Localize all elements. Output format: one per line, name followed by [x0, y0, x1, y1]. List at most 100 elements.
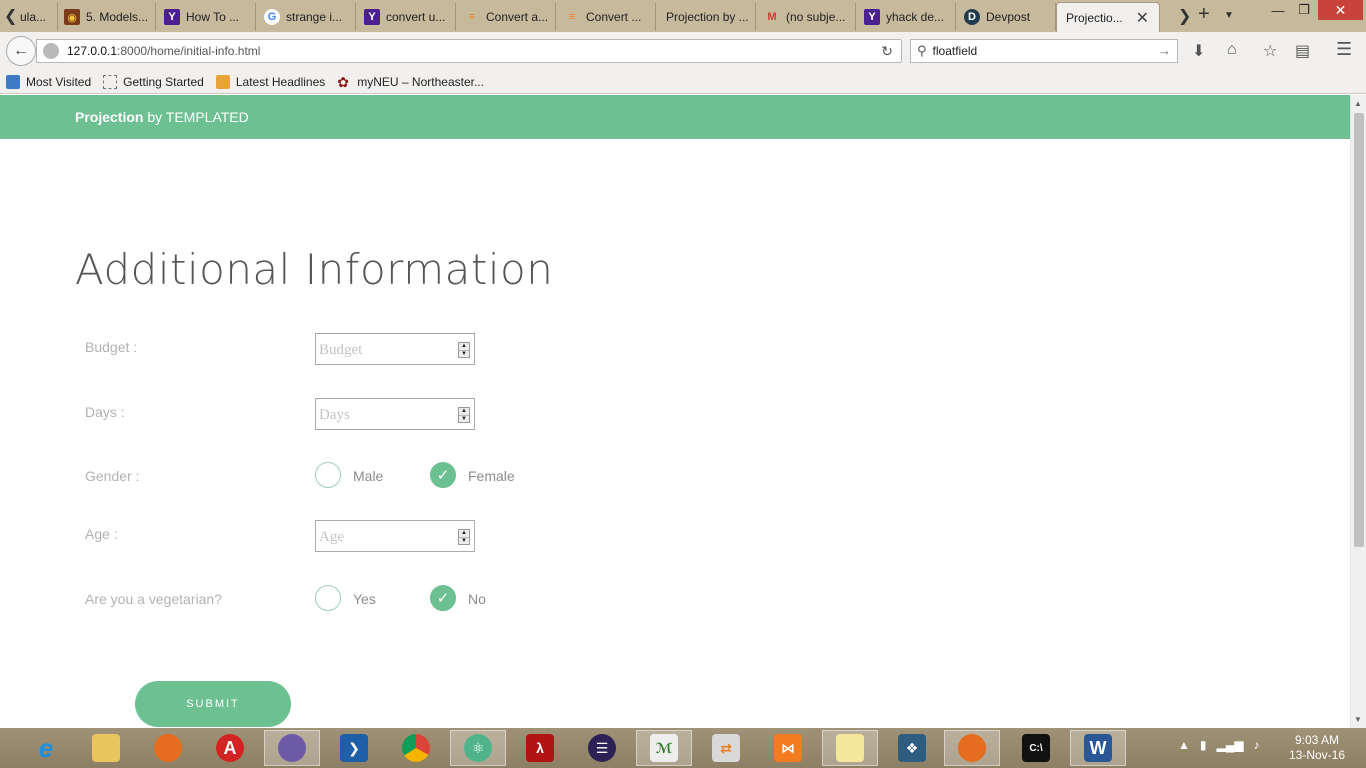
- mysql-workbench-icon: ❖: [898, 734, 926, 762]
- list-all-tabs-icon[interactable]: ▼: [1224, 10, 1234, 21]
- tab-label: How To ...: [186, 10, 240, 24]
- vegetarian-yes-radio[interactable]: [315, 585, 341, 611]
- taskbar-app[interactable]: ⚛: [450, 730, 506, 766]
- signal-icon[interactable]: ▂▄▆: [1217, 738, 1244, 752]
- back-button[interactable]: ←: [6, 36, 36, 66]
- vegetarian-yes-label[interactable]: Yes: [353, 591, 376, 607]
- spin-up-icon[interactable]: ▲: [459, 530, 469, 538]
- days-input[interactable]: Days ▲ ▼: [315, 398, 475, 430]
- taskbar-app[interactable]: ❯: [326, 730, 382, 766]
- url-host: 127.0.0.1: [67, 44, 118, 58]
- tab-label: Projection by ...: [666, 10, 749, 24]
- browser-tab[interactable]: ≡ Convert a...: [458, 3, 556, 31]
- taskbar-app[interactable]: [264, 730, 320, 766]
- reading-list-icon[interactable]: ▤: [1295, 41, 1310, 61]
- days-spinner[interactable]: ▲ ▼: [458, 407, 470, 423]
- budget-label: Budget :: [85, 339, 138, 355]
- scroll-down-arrow-icon[interactable]: ▼: [1354, 715, 1362, 724]
- days-placeholder: Days: [319, 406, 350, 423]
- file-explorer-icon: [92, 734, 120, 762]
- menu-icon[interactable]: ☰: [1336, 39, 1352, 60]
- bookmark-most-visited[interactable]: Most Visited: [6, 74, 91, 89]
- browser-tab[interactable]: ≡ Convert ...: [558, 3, 656, 31]
- spin-down-icon[interactable]: ▼: [459, 351, 469, 358]
- age-spinner[interactable]: ▲ ▼: [458, 529, 470, 545]
- adobe-icon: A: [216, 734, 244, 762]
- submit-button[interactable]: SUBMIT: [135, 681, 291, 727]
- age-input[interactable]: Age ▲ ▼: [315, 520, 475, 552]
- taskbar-app[interactable]: [78, 730, 134, 766]
- tab-label: strange i...: [286, 10, 343, 24]
- taskbar-clock[interactable]: 9:03 AM 13-Nov-16: [1282, 733, 1352, 763]
- taskbar-app[interactable]: [822, 730, 878, 766]
- spin-up-icon[interactable]: ▲: [459, 408, 469, 416]
- volume-icon[interactable]: ♪: [1253, 738, 1259, 752]
- bookmark-myneu[interactable]: ✿ myNEU – Northeaster...: [337, 75, 484, 89]
- scroll-up-arrow-icon[interactable]: ▲: [1354, 99, 1362, 108]
- word-icon: W: [1084, 734, 1112, 762]
- browser-tab[interactable]: ◉ 5. Models...: [58, 3, 156, 31]
- url-bar[interactable]: 127.0.0.1:8000/home/initial-info.html ↻: [36, 39, 902, 63]
- browser-tab[interactable]: D Devpost: [958, 3, 1056, 31]
- taskbar-app[interactable]: [140, 730, 196, 766]
- browser-tab[interactable]: Projection by ...: [658, 3, 756, 31]
- taskbar-app[interactable]: e: [18, 730, 74, 766]
- budget-input[interactable]: Budget ▲ ▼: [315, 333, 475, 365]
- taskbar-app[interactable]: C:\: [1008, 730, 1064, 766]
- gender-male-label[interactable]: Male: [353, 468, 383, 484]
- budget-spinner[interactable]: ▲ ▼: [458, 342, 470, 358]
- cmd-icon: C:\: [1022, 734, 1050, 762]
- scrollbar-thumb[interactable]: [1354, 113, 1364, 547]
- restore-window-icon[interactable]: ❐: [1292, 0, 1316, 20]
- downloads-icon[interactable]: ⬇: [1192, 41, 1205, 61]
- vegetarian-no-label[interactable]: No: [468, 591, 486, 607]
- browser-tab[interactable]: Y How To ...: [158, 3, 256, 31]
- brand-byline: by TEMPLATED: [143, 109, 249, 125]
- tab-label: (no subje...: [786, 10, 846, 24]
- site-brand[interactable]: Projection by TEMPLATED: [75, 109, 249, 125]
- spin-up-icon[interactable]: ▲: [459, 343, 469, 351]
- taskbar-app[interactable]: ☰: [574, 730, 630, 766]
- bookmark-star-icon[interactable]: ☆: [1263, 41, 1277, 61]
- browser-tab[interactable]: M (no subje...: [758, 3, 856, 31]
- browser-tab[interactable]: Y yhack de...: [858, 3, 956, 31]
- battery-icon[interactable]: ▮: [1200, 738, 1207, 752]
- search-input[interactable]: ⚲ floatfield →: [910, 39, 1178, 63]
- gender-female-label[interactable]: Female: [468, 468, 515, 484]
- close-tab-icon[interactable]: ✕: [1136, 8, 1149, 28]
- gender-male-radio[interactable]: [315, 462, 341, 488]
- close-window-icon[interactable]: ✕: [1318, 0, 1363, 20]
- show-hidden-icons-icon[interactable]: ▲: [1178, 738, 1190, 752]
- vegetarian-no-radio[interactable]: ✓: [430, 585, 456, 611]
- tab-label: Convert ...: [586, 10, 642, 24]
- taskbar-app[interactable]: [944, 730, 1000, 766]
- browser-tab[interactable]: ula...: [14, 3, 58, 31]
- search-go-arrow-icon[interactable]: →: [1158, 43, 1171, 58]
- taskbar-app[interactable]: W: [1070, 730, 1126, 766]
- gender-female-radio[interactable]: ✓: [430, 462, 456, 488]
- bookmark-getting-started[interactable]: Getting Started: [103, 74, 204, 89]
- browser-tab[interactable]: Y convert u...: [358, 3, 456, 31]
- taskbar-app[interactable]: ❖: [884, 730, 940, 766]
- taskbar-app[interactable]: A: [202, 730, 258, 766]
- taskbar-app[interactable]: ℳ: [636, 730, 692, 766]
- spin-down-icon[interactable]: ▼: [459, 538, 469, 545]
- taskbar-app[interactable]: ⋈: [760, 730, 816, 766]
- minimize-window-icon[interactable]: —: [1266, 0, 1290, 20]
- atom-icon: ⚛: [464, 734, 492, 762]
- reload-icon[interactable]: ↻: [881, 43, 893, 60]
- home-icon[interactable]: ⌂: [1227, 41, 1237, 59]
- page-title: Additional Information: [75, 245, 554, 294]
- spin-down-icon[interactable]: ▼: [459, 416, 469, 423]
- taskbar-app[interactable]: λ: [512, 730, 568, 766]
- taskbar-app[interactable]: [388, 730, 444, 766]
- tab-scroll-right-icon[interactable]: ❯: [1178, 6, 1191, 26]
- tab-label: convert u...: [386, 10, 446, 24]
- site-identity-icon[interactable]: [43, 43, 59, 59]
- browser-tab-active[interactable]: Projectio... ✕: [1056, 2, 1160, 32]
- page-scrollbar[interactable]: ▲ ▼: [1350, 95, 1366, 728]
- new-tab-icon[interactable]: +: [1198, 3, 1210, 26]
- bookmark-latest-headlines[interactable]: Latest Headlines: [215, 74, 325, 89]
- browser-tab[interactable]: G strange i...: [258, 3, 356, 31]
- taskbar-app[interactable]: ⇄: [698, 730, 754, 766]
